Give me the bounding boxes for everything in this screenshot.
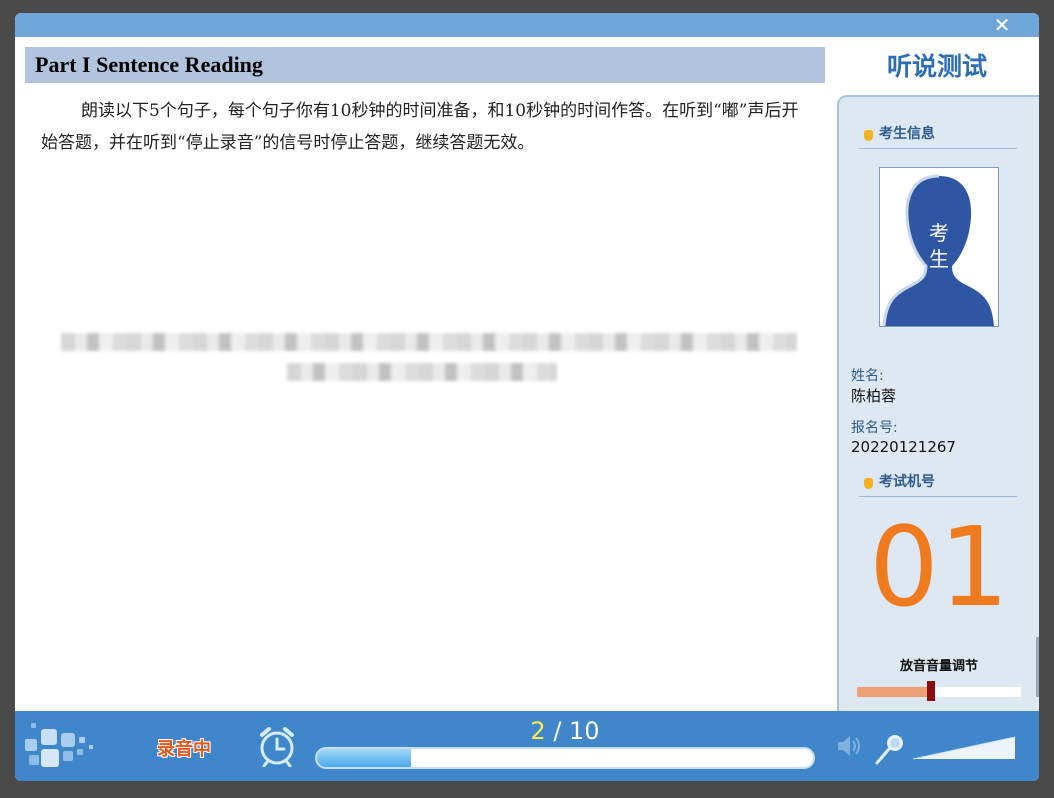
recording-status: 录音中 bbox=[157, 739, 211, 760]
total-questions: 10 bbox=[569, 717, 600, 745]
pixelated-sentence-line-2 bbox=[287, 363, 557, 381]
candidate-silhouette-icon: 考 生 bbox=[880, 168, 998, 327]
title-bar: ✕ bbox=[15, 13, 1039, 37]
machine-number-label: 考试机号 bbox=[879, 474, 935, 490]
candidate-info-heading: 考生信息 bbox=[859, 121, 1017, 149]
microphone-icon[interactable] bbox=[875, 731, 907, 765]
progress-bar-fill bbox=[317, 749, 412, 767]
volume-slider[interactable] bbox=[857, 681, 1021, 701]
volume-meter-icon bbox=[912, 736, 1016, 760]
photo-caption-1: 考 bbox=[929, 221, 949, 245]
close-icon[interactable]: ✕ bbox=[991, 14, 1013, 36]
registration-value: 20220121267 bbox=[851, 438, 956, 456]
counter-separator: / bbox=[545, 717, 570, 745]
candidate-panel: 考生信息 考 生 姓名: 陈柏蓉 报名号: 20220121267 考试机号 0… bbox=[837, 95, 1039, 711]
sidebar: 听说测试 考生信息 考 生 姓名: 陈柏蓉 报名号: 20220121267 考… bbox=[835, 37, 1039, 711]
question-area: Part I Sentence Reading 朗读以下5个句子，每个句子你有1… bbox=[15, 37, 835, 711]
photo-caption-2: 生 bbox=[929, 247, 949, 271]
name-label: 姓名: bbox=[851, 368, 884, 384]
alarm-clock-icon bbox=[260, 727, 294, 767]
bullet-icon bbox=[864, 130, 873, 141]
candidate-info-label: 考生信息 bbox=[879, 126, 935, 142]
machine-number: 01 bbox=[869, 503, 1009, 631]
registration-label: 报名号: bbox=[851, 420, 898, 436]
logo-squares-icon bbox=[25, 723, 93, 767]
speaker-icon[interactable] bbox=[835, 733, 863, 759]
volume-slider-thumb[interactable] bbox=[926, 681, 935, 701]
volume-label: 放音音量调节 bbox=[899, 659, 978, 674]
name-value: 陈柏蓉 bbox=[851, 387, 897, 405]
progress-bar bbox=[315, 747, 815, 769]
candidate-photo: 考 生 bbox=[879, 167, 999, 327]
exam-window: ✕ Part I Sentence Reading 朗读以下5个句子，每个句子你… bbox=[15, 13, 1039, 781]
part-title: Part I Sentence Reading bbox=[25, 47, 825, 83]
sidebar-title: 听说测试 bbox=[886, 52, 987, 81]
current-question: 2 bbox=[530, 717, 546, 745]
pixelated-sentence-line-1 bbox=[61, 333, 797, 351]
machine-number-heading: 考试机号 bbox=[859, 469, 1017, 497]
bottom-bar: 录音中 2 / 10 bbox=[15, 711, 1039, 781]
bullet-icon bbox=[864, 478, 873, 489]
instructions-text: 朗读以下5个句子，每个句子你有10秒钟的时间准备，和10秒钟的时间作答。在听到“… bbox=[41, 101, 799, 153]
question-counter: 2 / 10 bbox=[315, 717, 815, 745]
volume-slider-fill bbox=[857, 687, 931, 697]
scrollbar[interactable] bbox=[1036, 637, 1039, 697]
